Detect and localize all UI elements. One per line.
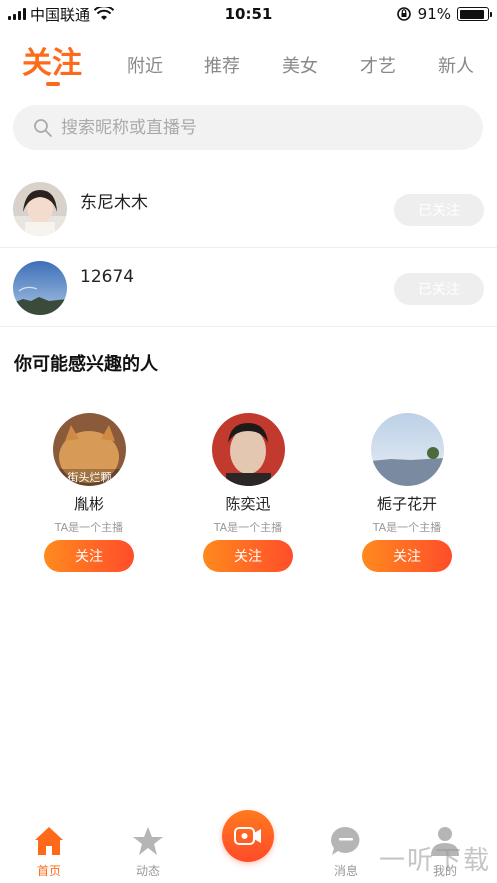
tab-newcomer[interactable]: 新人 [438,52,474,78]
following-row[interactable]: 12674 已关注 [0,249,497,327]
tab-recommend[interactable]: 推荐 [204,52,240,78]
tab-beauty[interactable]: 美女 [282,52,318,78]
followed-button[interactable]: 已关注 [394,273,484,305]
suggest-card: 栀子花开 TA是一个主播 关注 [327,413,487,578]
live-camera-icon [234,827,261,845]
following-name: 12674 [80,267,135,287]
suggest-name: 栀子花开 [376,495,437,513]
suggest-card: 陈奕迅 TA是一个主播 关注 [168,413,328,578]
suggest-title: 你可能感兴趣的人 [14,354,158,375]
battery-icon [457,7,492,21]
home-icon [35,827,63,855]
tab-nearby[interactable]: 附近 [127,52,163,78]
followed-button[interactable]: 已关注 [394,194,484,226]
nav-feed[interactable]: 动态 [118,824,178,879]
suggest-subtitle: TA是一个主播 [372,521,442,534]
avatar-caption: 街头烂颗 [67,471,112,484]
avatar[interactable]: 街头烂颗 [53,413,126,486]
suggest-card: 街头烂颗 胤彬 TA是一个主播 关注 [9,413,169,578]
star-icon [133,827,163,855]
search-icon [34,118,52,137]
top-tabs: 关注 附近 推荐 美女 才艺 新人 [0,36,497,92]
battery-percent: 91% [417,5,451,23]
nav-home[interactable]: 首页 [19,824,79,879]
avatar[interactable] [212,413,285,486]
avatar[interactable] [13,261,67,315]
message-icon [331,826,360,855]
rotation-lock-icon [396,7,411,21]
suggest-subtitle: TA是一个主播 [213,521,283,534]
tab-follow[interactable]: 关注 [22,38,82,82]
tab-indicator [46,82,60,86]
go-live-button[interactable] [222,810,274,862]
status-bar: 中国联通 10:51 91% [0,0,497,28]
suggest-name: 陈奕迅 [225,495,271,513]
nav-messages[interactable]: 消息 [316,824,376,879]
avatar[interactable] [13,182,67,236]
following-row[interactable]: 东尼木木 已关注 [0,170,497,248]
follow-button[interactable]: 关注 [362,540,452,572]
search-input[interactable] [61,117,441,138]
suggest-subtitle: TA是一个主播 [54,521,124,534]
follow-button[interactable]: 关注 [44,540,134,572]
watermark: 一听下载 [378,846,491,876]
follow-button[interactable]: 关注 [203,540,293,572]
suggest-name: 胤彬 [73,495,104,513]
tab-talent[interactable]: 才艺 [360,52,396,78]
search-bar[interactable] [13,105,483,150]
following-name: 东尼木木 [80,193,148,213]
avatar[interactable] [371,413,444,486]
